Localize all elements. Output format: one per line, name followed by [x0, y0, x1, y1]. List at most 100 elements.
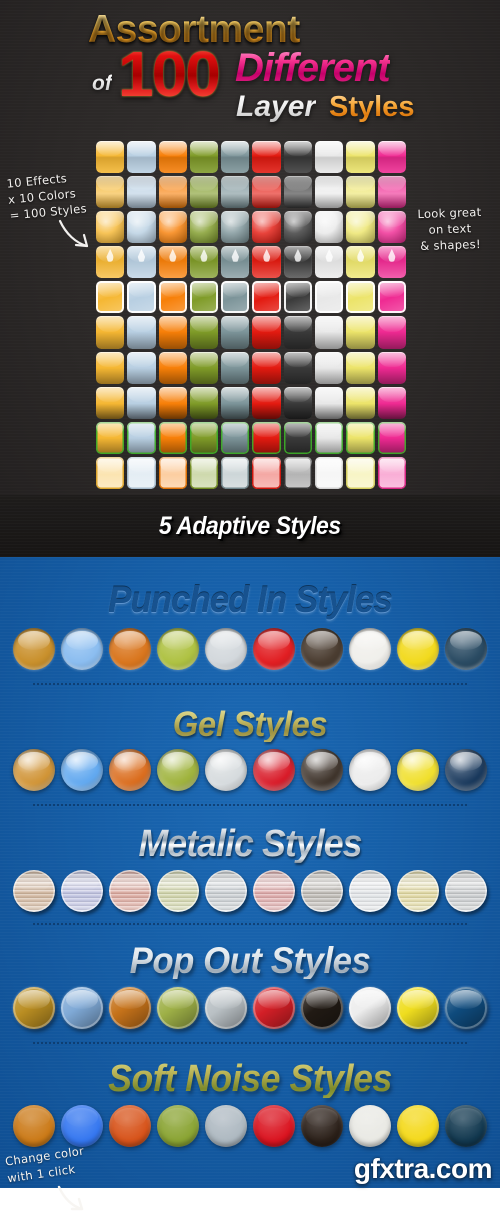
color-circle-pop-out-styles-light-blue[interactable] [61, 987, 103, 1029]
style-swatch-olive-green-radial-glow [189, 211, 219, 244]
style-swatch-light-blue-teal-green-glow [127, 386, 156, 419]
color-circle-gel-styles-white[interactable] [349, 749, 391, 791]
color-circle-pop-out-styles-magenta[interactable] [445, 987, 487, 1029]
color-circle-row-metalic-styles [0, 870, 500, 912]
color-circle-punched-in-styles-orange[interactable] [109, 628, 151, 670]
color-circle-metalic-styles-orange[interactable] [109, 870, 151, 912]
color-circle-metalic-styles-yellow[interactable] [397, 870, 439, 912]
color-circle-metalic-styles-red[interactable] [253, 870, 295, 912]
color-circle-soft-noise-styles-orange[interactable] [109, 1105, 151, 1147]
color-circle-punched-in-styles-red[interactable] [253, 628, 295, 670]
style-block-title-metalic-styles: Metalic Styles [15, 825, 485, 863]
dark-hero-section: Assortment of 100 Different Layer Styles… [0, 0, 500, 557]
color-circle-pop-out-styles-orange[interactable] [109, 987, 151, 1029]
dotted-separator-4 [32, 1042, 468, 1044]
color-circle-pop-out-styles-black[interactable] [301, 987, 343, 1029]
style-swatch-magenta-radial-glow [377, 211, 406, 244]
style-block-title-punched-in-styles: Punched In Styles [108, 579, 393, 620]
style-swatch-red-green-outline [252, 421, 281, 454]
style-swatch-orange-glossy [158, 141, 187, 174]
color-circle-punched-in-styles-olive-green[interactable] [157, 628, 199, 670]
color-circle-metalic-styles-white[interactable] [349, 870, 391, 912]
style-swatch-olive-green-white-stroke [189, 281, 219, 314]
color-circle-punched-in-styles-light-blue[interactable] [61, 628, 103, 670]
style-swatch-red-glossy [252, 141, 281, 174]
color-circle-metalic-styles-slate-gray[interactable] [205, 870, 247, 912]
color-circle-gel-styles-black[interactable] [301, 749, 343, 791]
style-swatch-magenta-glossy [377, 141, 406, 174]
color-circle-soft-noise-styles-orange-yellow[interactable] [13, 1105, 55, 1147]
style-swatch-white-droplet-emboss [315, 246, 344, 279]
adaptive-styles-banner: 5 Adaptive Styles [0, 495, 500, 557]
color-circle-punched-in-styles-white[interactable] [349, 628, 391, 670]
style-block-title-soft-noise-styles: Soft Noise Styles [15, 1060, 485, 1098]
headline-word-of: of [92, 72, 112, 95]
color-circle-row-punched-in-styles [0, 628, 500, 670]
color-circle-pop-out-styles-olive-green[interactable] [157, 987, 199, 1029]
style-swatch-olive-green-green-outline [189, 421, 219, 454]
style-swatch-light-blue-matte-band [127, 176, 156, 209]
style-swatch-orange-green-outline [158, 421, 187, 454]
color-circle-soft-noise-styles-white[interactable] [349, 1105, 391, 1147]
style-swatch-yellow-pastel-light [346, 456, 375, 489]
color-circle-soft-noise-styles-olive-green[interactable] [157, 1105, 199, 1147]
color-circle-soft-noise-styles-red[interactable] [253, 1105, 295, 1147]
color-circle-pop-out-styles-orange-yellow[interactable] [13, 987, 55, 1029]
color-circle-metalic-styles-magenta[interactable] [445, 870, 487, 912]
color-circle-gel-styles-slate-gray[interactable] [205, 749, 247, 791]
color-circle-metalic-styles-orange-yellow[interactable] [13, 870, 55, 912]
style-swatch-slate-gray-pastel-light [221, 456, 250, 489]
color-circle-gel-styles-orange[interactable] [109, 749, 151, 791]
style-swatch-red-white-stroke [252, 281, 281, 314]
style-swatch-orange-yellow-green-outline [96, 421, 125, 454]
color-circle-pop-out-styles-slate-gray[interactable] [205, 987, 247, 1029]
style-swatch-white-glossy [315, 141, 344, 174]
style-swatch-orange-pastel-light [158, 456, 187, 489]
color-circle-pop-out-styles-white[interactable] [349, 987, 391, 1029]
color-circle-gel-styles-red[interactable] [253, 749, 295, 791]
color-circle-soft-noise-styles-magenta[interactable] [445, 1105, 487, 1147]
style-swatch-orange-yellow-radial-glow [96, 211, 125, 244]
color-circle-soft-noise-styles-black[interactable] [301, 1105, 343, 1147]
color-circle-gel-styles-light-blue[interactable] [61, 749, 103, 791]
style-swatch-orange-dark-outer-glow [158, 316, 187, 349]
note-look-great: Look great on text & shapes! [417, 204, 483, 254]
style-swatch-olive-green-green-glow [189, 351, 219, 384]
style-swatch-light-blue-glossy [127, 141, 156, 174]
style-block-title-pop-out-styles: Pop Out Styles [15, 942, 485, 979]
dotted-separator-2 [32, 804, 468, 806]
color-circle-punched-in-styles-yellow[interactable] [397, 628, 439, 670]
color-circle-metalic-styles-light-blue[interactable] [61, 870, 103, 912]
color-circle-soft-noise-styles-yellow[interactable] [397, 1105, 439, 1147]
color-circle-gel-styles-olive-green[interactable] [157, 749, 199, 791]
color-circle-metalic-styles-black[interactable] [301, 870, 343, 912]
style-swatch-white-dark-outer-glow [315, 316, 344, 349]
color-circle-gel-styles-magenta[interactable] [445, 749, 487, 791]
style-swatch-slate-gray-radial-glow [221, 211, 250, 244]
style-swatch-olive-green-dark-outer-glow [189, 316, 219, 349]
color-circle-pop-out-styles-red[interactable] [253, 987, 295, 1029]
style-swatch-olive-green-teal-green-glow [189, 386, 219, 419]
color-circle-punched-in-styles-slate-gray[interactable] [205, 628, 247, 670]
style-swatch-light-blue-radial-glow [127, 211, 156, 244]
color-circle-punched-in-styles-magenta[interactable] [445, 628, 487, 670]
color-circle-punched-in-styles-orange-yellow[interactable] [13, 628, 55, 670]
color-circle-soft-noise-styles-slate-gray[interactable] [205, 1105, 247, 1147]
color-circle-gel-styles-yellow[interactable] [397, 749, 439, 791]
style-swatch-light-blue-dark-outer-glow [127, 316, 156, 349]
style-swatch-light-blue-white-stroke [127, 281, 156, 314]
color-circle-punched-in-styles-black[interactable] [301, 628, 343, 670]
style-swatch-yellow-green-outline [346, 421, 375, 454]
color-circle-gel-styles-orange-yellow[interactable] [13, 749, 55, 791]
color-circle-pop-out-styles-yellow[interactable] [397, 987, 439, 1029]
style-swatch-magenta-matte-band [377, 176, 406, 209]
style-swatch-slate-gray-teal-green-glow [221, 386, 250, 419]
style-swatch-black-white-stroke [283, 281, 313, 314]
style-swatch-black-droplet-emboss [283, 246, 313, 279]
color-circle-metalic-styles-olive-green[interactable] [157, 870, 199, 912]
style-swatch-light-blue-green-outline [127, 421, 156, 454]
color-circle-soft-noise-styles-light-blue[interactable] [61, 1105, 103, 1147]
style-swatch-slate-gray-droplet-emboss [221, 246, 250, 279]
style-swatch-red-radial-glow [252, 211, 281, 244]
style-swatch-magenta-green-glow [377, 351, 406, 384]
